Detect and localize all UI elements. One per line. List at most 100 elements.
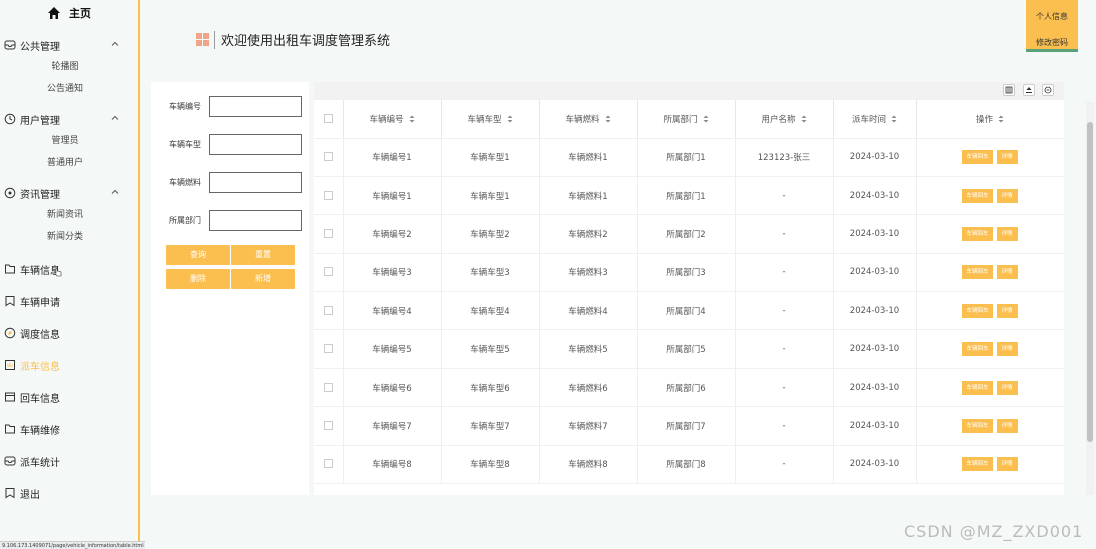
column-header[interactable]: 用户名称	[735, 100, 834, 139]
sidebar-item-label: 派车信息	[20, 361, 60, 373]
sidebar-item-normal-user[interactable]: 普通用户	[0, 152, 138, 174]
column-header[interactable]: 车辆燃料	[539, 100, 638, 139]
query-button[interactable]: 查询	[166, 245, 230, 265]
scrollbar-thumb[interactable]	[1087, 122, 1093, 442]
sidebar-group-users[interactable]: 用户管理	[0, 108, 138, 130]
row-checkbox[interactable]	[323, 420, 333, 430]
sidebar-item-logout[interactable]: 退出	[0, 482, 138, 504]
table-cell: 2024-03-10	[833, 176, 917, 216]
table-cell: 车辆编号4	[343, 291, 442, 331]
add-button[interactable]: 新增	[231, 269, 295, 289]
vehicle-no-input[interactable]	[209, 96, 302, 117]
detail-button[interactable]: 详情	[996, 188, 1018, 203]
sidebar-item-vehicle-apply[interactable]: 车辆申请	[0, 290, 138, 312]
table-cell: 所属部门5	[637, 329, 736, 369]
status-url: 9.106.173.1409071/page/vehicle_informati…	[0, 541, 145, 549]
scrollbar[interactable]	[1086, 102, 1094, 495]
export-icon[interactable]	[1023, 84, 1035, 96]
table-toolbar	[314, 82, 1064, 100]
select-all-checkbox[interactable]	[323, 113, 333, 123]
detail-button[interactable]: 详情	[996, 342, 1018, 357]
row-checkbox[interactable]	[323, 190, 333, 200]
detail-button[interactable]: 详情	[996, 303, 1018, 318]
sidebar-group-public[interactable]: 公共管理	[0, 34, 138, 56]
sidebar-item-notice[interactable]: 公告通知	[0, 78, 138, 100]
column-header[interactable]: 操作	[916, 100, 1064, 139]
detail-button[interactable]: 详情	[996, 457, 1018, 472]
table-cell: 车辆编号1	[343, 138, 442, 177]
row-select-cell	[314, 329, 344, 369]
department-input[interactable]	[209, 210, 302, 231]
row-select-cell	[314, 138, 344, 177]
detail-button[interactable]: 详情	[996, 418, 1018, 433]
column-header[interactable]: 所属部门	[637, 100, 736, 139]
reset-button[interactable]: 重置	[231, 245, 295, 265]
columns-icon[interactable]	[1003, 84, 1015, 96]
cursor-hand-icon	[54, 267, 62, 277]
sidebar: 主页 公共管理 轮播图 公告通知 用户管理 管理员 普通用户 资讯管理 新闻资讯…	[0, 0, 140, 549]
row-checkbox[interactable]	[323, 459, 333, 469]
column-header[interactable]: 车辆编号	[343, 100, 442, 139]
detail-button[interactable]: 详情	[996, 150, 1018, 165]
detail-button[interactable]: 详情	[996, 226, 1018, 241]
detail-button[interactable]: 详情	[996, 265, 1018, 280]
sidebar-item-admin[interactable]: 管理员	[0, 130, 138, 152]
row-select-cell	[314, 253, 344, 293]
column-header[interactable]: 车辆车型	[441, 100, 540, 139]
change-password-link[interactable]: 修改密码	[1026, 37, 1078, 48]
row-checkbox[interactable]	[323, 344, 333, 354]
return-car-button[interactable]: 车辆回车	[962, 380, 993, 395]
return-car-button[interactable]: 车辆回车	[962, 457, 993, 472]
return-car-button[interactable]: 车辆回车	[962, 303, 993, 318]
sidebar-group-label: 用户管理	[20, 115, 60, 127]
delete-button[interactable]: 删除	[166, 269, 230, 289]
column-header[interactable]: 派车时间	[833, 100, 917, 139]
sidebar-item-label: 车辆维修	[20, 425, 60, 437]
search-panel: 车辆编号 车辆车型 车辆燃料 所属部门 查询 重置 删除 新增	[151, 82, 309, 495]
table-cell: 车辆车型7	[441, 406, 540, 446]
print-icon[interactable]	[1042, 84, 1054, 96]
table-cell: 车辆编号7	[343, 406, 442, 446]
table-cell: 车辆编号6	[343, 368, 442, 408]
return-car-button[interactable]: 车辆回车	[962, 342, 993, 357]
row-checkbox[interactable]	[323, 152, 333, 162]
sidebar-item-carousel[interactable]: 轮播图	[0, 56, 138, 78]
return-car-button[interactable]: 车辆回车	[962, 418, 993, 433]
home-link[interactable]: 主页	[0, 0, 138, 26]
row-checkbox[interactable]	[323, 382, 333, 392]
row-checkbox[interactable]	[323, 267, 333, 277]
watermark: CSDN @MZ_ZXD001	[904, 522, 1084, 541]
return-car-button[interactable]: 车辆回车	[962, 265, 993, 280]
sidebar-item-maintenance[interactable]: 车辆维修	[0, 418, 138, 440]
return-car-button[interactable]: 车辆回车	[962, 150, 993, 165]
sidebar-item-vehicle-info[interactable]: 车辆信息	[0, 258, 138, 280]
row-actions: 车辆回车 详情	[916, 368, 1064, 408]
table-row: 车辆编号8 车辆车型8 车辆燃料8 所属部门8-2024-03-10 车辆回车 详情	[314, 445, 1064, 485]
sidebar-item-news[interactable]: 新闻资讯	[0, 204, 138, 226]
detail-button[interactable]: 详情	[996, 380, 1018, 395]
table-row: 车辆编号1 车辆车型1 车辆燃料1 所属部门1 123123-张三 2024-03-10 车…	[314, 138, 1064, 177]
table-cell: -	[735, 214, 834, 254]
return-car-button[interactable]: 车辆回车	[962, 226, 993, 241]
compass-icon	[4, 327, 16, 339]
fuel-input[interactable]	[209, 172, 302, 193]
sidebar-item-dispatch-info[interactable]: 调度信息	[0, 322, 138, 344]
return-car-button[interactable]: 车辆回车	[962, 188, 993, 203]
table-cell: 所属部门7	[637, 406, 736, 446]
sidebar-item-dispatch-car[interactable]: 派车信息	[0, 354, 138, 376]
sidebar-item-dispatch-stats[interactable]: 派车统计	[0, 450, 138, 472]
row-checkbox[interactable]	[323, 305, 333, 315]
table-cell: -	[735, 445, 834, 485]
table-cell: 车辆车型8	[441, 445, 540, 485]
row-select-cell	[314, 291, 344, 331]
row-checkbox[interactable]	[323, 228, 333, 238]
vehicle-type-input[interactable]	[209, 134, 302, 155]
sidebar-group-label: 公共管理	[20, 41, 60, 53]
table-cell: -	[735, 253, 834, 293]
row-actions: 车辆回车 详情	[916, 329, 1064, 369]
sidebar-item-return-car[interactable]: 回车信息	[0, 386, 138, 408]
personal-info-link[interactable]: 个人信息	[1026, 11, 1078, 22]
sidebar-group-news[interactable]: 资讯管理	[0, 182, 138, 204]
sidebar-item-news-category[interactable]: 新闻分类	[0, 226, 138, 248]
table-cell: 2024-03-10	[833, 214, 917, 254]
